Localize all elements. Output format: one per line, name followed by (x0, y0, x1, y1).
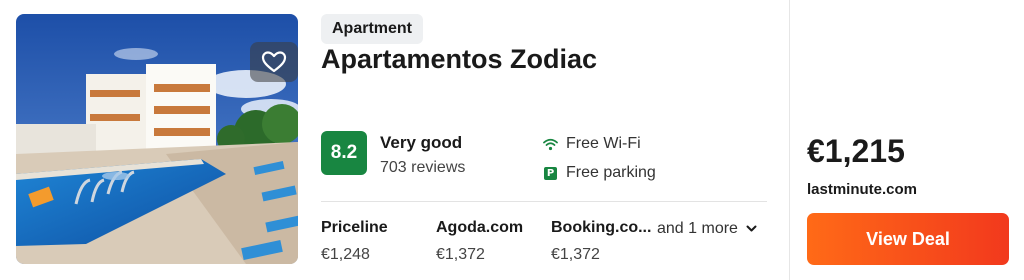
provider-booking[interactable]: Booking.co... €1,372 (551, 219, 651, 264)
more-providers-toggle[interactable]: and 1 more (657, 220, 757, 238)
hotel-result-card: Apartment Apartamentos Zodiac 8.2 Very g… (0, 0, 1024, 280)
hotel-name[interactable]: Apartamentos Zodiac (321, 44, 597, 75)
best-price-site: lastminute.com (807, 181, 918, 198)
provider-name: Priceline (321, 219, 388, 236)
provider-agoda[interactable]: Agoda.com €1,372 (436, 219, 523, 264)
amenity-label: Free parking (566, 164, 656, 181)
provider-name: Booking.co... (551, 219, 652, 236)
column-divider (789, 0, 790, 280)
divider (321, 201, 767, 202)
review-count[interactable]: 703 reviews (380, 159, 465, 177)
best-price: €1,215 (807, 133, 905, 169)
more-providers-label: and 1 more (657, 220, 738, 237)
amenity-label: Free Wi-Fi (566, 135, 641, 152)
provider-price: €1,372 (551, 246, 600, 263)
rating-score: 8.2 (321, 131, 367, 175)
provider-priceline[interactable]: Priceline €1,248 (321, 219, 388, 264)
provider-price: €1,248 (321, 246, 370, 263)
favorite-button[interactable] (250, 42, 298, 82)
provider-price: €1,372 (436, 246, 485, 263)
wifi-icon (543, 137, 558, 152)
hotel-photo[interactable] (16, 14, 298, 264)
chevron-down-icon (746, 225, 757, 232)
rating-label: Very good (380, 133, 463, 152)
heart-icon (261, 51, 287, 73)
property-type-badge: Apartment (321, 14, 424, 44)
amenity-parking: P Free parking (543, 164, 656, 182)
provider-name: Agoda.com (436, 219, 524, 236)
amenity-wifi: Free Wi-Fi (543, 135, 641, 153)
parking-icon: P (543, 166, 558, 181)
view-deal-button[interactable]: View Deal (807, 213, 1009, 265)
